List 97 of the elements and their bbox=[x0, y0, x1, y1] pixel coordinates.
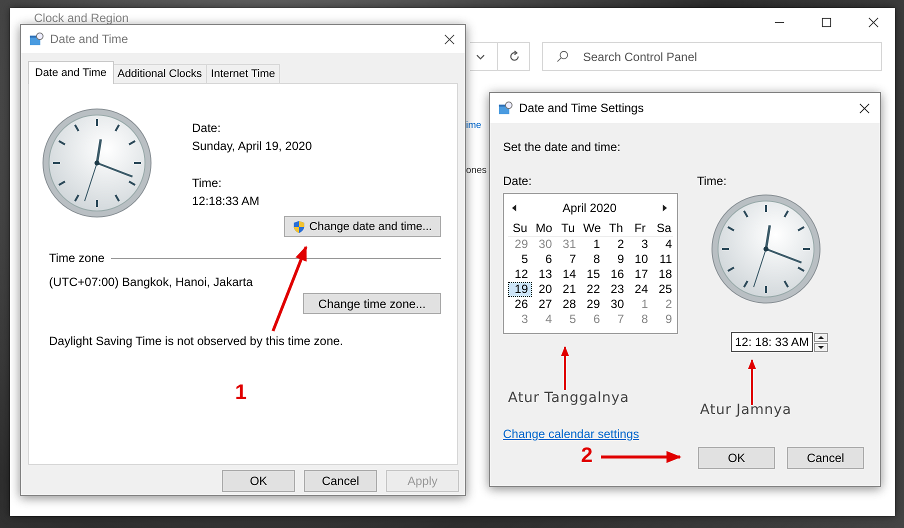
calendar-day[interactable]: 1 bbox=[580, 237, 604, 252]
timezone-value: (UTC+07:00) Bangkok, Hanoi, Jakarta bbox=[49, 275, 254, 289]
calendar-day[interactable]: 11 bbox=[652, 252, 676, 267]
calendar-day[interactable]: 27 bbox=[532, 297, 556, 312]
calendar-day[interactable]: 16 bbox=[604, 267, 628, 282]
time-label: Time: bbox=[192, 175, 223, 192]
calendar-day[interactable]: 7 bbox=[604, 312, 628, 327]
window-title: Clock and Region bbox=[34, 11, 129, 25]
time-value: 12:18:33 AM bbox=[192, 193, 260, 210]
tab[interactable]: Date and Time bbox=[28, 61, 114, 84]
weekday-header: We bbox=[582, 221, 602, 236]
time-field[interactable]: 12: 18: 33 AM bbox=[731, 332, 814, 352]
calendar-day[interactable]: 18 bbox=[652, 267, 676, 282]
search-icon bbox=[556, 50, 569, 63]
calendar-day[interactable]: 9 bbox=[604, 252, 628, 267]
dialog-button[interactable]: Cancel bbox=[787, 447, 864, 469]
calendar-day[interactable]: 7 bbox=[556, 252, 580, 267]
calendar-day[interactable]: 15 bbox=[580, 267, 604, 282]
calendar-day[interactable]: 4 bbox=[532, 312, 556, 327]
dialog-button[interactable]: Cancel bbox=[304, 470, 377, 492]
link-text: ime bbox=[466, 120, 482, 131]
calendar-day[interactable]: 28 bbox=[556, 297, 580, 312]
calendar-day[interactable]: 6 bbox=[580, 312, 604, 327]
close-icon[interactable] bbox=[444, 34, 455, 44]
date-value: Sunday, April 19, 2020 bbox=[192, 138, 313, 155]
calendar-clock-icon bbox=[29, 32, 44, 46]
calendar-day[interactable]: 5 bbox=[556, 312, 580, 327]
calendar-day[interactable]: 22 bbox=[580, 282, 604, 297]
next-month-icon[interactable] bbox=[662, 204, 667, 212]
calendar-day[interactable]: 14 bbox=[556, 267, 580, 282]
calendar-clock-icon bbox=[498, 100, 513, 116]
shield-icon bbox=[293, 220, 306, 234]
month-title[interactable]: April 2020 bbox=[562, 200, 617, 214]
close-icon[interactable] bbox=[868, 16, 879, 28]
close-icon[interactable] bbox=[859, 102, 870, 114]
calendar-day[interactable]: 8 bbox=[628, 312, 652, 327]
chevron-down-icon[interactable] bbox=[476, 54, 485, 60]
calendar-day[interactable]: 25 bbox=[652, 282, 676, 297]
change-date-time-button[interactable]: Change date and time... bbox=[284, 216, 441, 237]
calendar-day[interactable]: 3 bbox=[628, 237, 652, 252]
address-bar[interactable] bbox=[470, 42, 530, 71]
dialog-button[interactable]: OK bbox=[698, 447, 775, 469]
weekday-header: Fr bbox=[633, 221, 647, 236]
spin-down-icon[interactable] bbox=[814, 342, 828, 352]
calendar-day[interactable]: 29 bbox=[580, 297, 604, 312]
calendar-day[interactable]: 6 bbox=[532, 252, 556, 267]
calendar-day[interactable]: 31 bbox=[556, 237, 580, 252]
maximize-icon[interactable] bbox=[821, 16, 832, 28]
calendar-day[interactable]: 30 bbox=[532, 237, 556, 252]
change-calendar-settings-link[interactable]: Change calendar settings bbox=[503, 427, 640, 441]
weekday-header: Tu bbox=[560, 221, 576, 236]
calendar-day[interactable]: 2 bbox=[604, 237, 628, 252]
calendar-day[interactable]: 24 bbox=[628, 282, 652, 297]
dialog-button[interactable]: OK bbox=[222, 470, 295, 492]
calendar-day[interactable]: 20 bbox=[532, 282, 556, 297]
step-number: 2 bbox=[581, 444, 593, 468]
calendar-day[interactable]: 3 bbox=[508, 312, 532, 327]
label-text: ones bbox=[466, 165, 487, 176]
calendar-day[interactable]: 17 bbox=[628, 267, 652, 282]
tab[interactable]: Internet Time bbox=[206, 64, 280, 83]
calendar-day[interactable]: 10 bbox=[628, 252, 652, 267]
dialog-title: Date and Time bbox=[50, 32, 128, 46]
calendar-day[interactable]: 8 bbox=[580, 252, 604, 267]
change-timezone-button[interactable]: Change time zone... bbox=[303, 293, 441, 314]
dst-note: Daylight Saving Time is not observed by this time zone. bbox=[49, 334, 344, 348]
calendar-day[interactable]: 29 bbox=[508, 237, 532, 252]
weekday-header: Sa bbox=[656, 221, 672, 236]
weekday-header: Su bbox=[512, 221, 528, 236]
calendar-day[interactable]: 12 bbox=[508, 267, 532, 282]
refresh-icon[interactable] bbox=[508, 50, 521, 63]
date-label: Date: bbox=[192, 120, 222, 137]
weekday-header: Mo bbox=[534, 221, 554, 236]
section-heading: Time zone bbox=[49, 251, 105, 265]
arrow bbox=[561, 346, 569, 390]
calendar-day[interactable]: 5 bbox=[508, 252, 532, 267]
calendar-day[interactable]: 13 bbox=[532, 267, 556, 282]
calendar-day[interactable]: 9 bbox=[652, 312, 676, 327]
spin-up-icon[interactable] bbox=[814, 332, 828, 342]
calendar-day[interactable]: 30 bbox=[604, 297, 628, 312]
time-label: Time: bbox=[697, 174, 728, 188]
instruction-text: Set the date and time: bbox=[503, 139, 622, 155]
calendar-day[interactable]: 4 bbox=[652, 237, 676, 252]
annotation-text: Atur Jamnya bbox=[700, 402, 792, 418]
date-label: Date: bbox=[503, 174, 533, 188]
calendar-day[interactable]: 1 bbox=[628, 297, 652, 312]
calendar-day[interactable]: 23 bbox=[604, 282, 628, 297]
arrow bbox=[748, 359, 756, 405]
annotation-text: Atur Tanggalnya bbox=[508, 390, 630, 406]
search-field[interactable]: Search Control Panel bbox=[542, 42, 882, 71]
previous-month-icon[interactable] bbox=[512, 204, 517, 212]
calendar-day[interactable]: 21 bbox=[556, 282, 580, 297]
step-number: 1 bbox=[235, 381, 247, 405]
calendar-day[interactable]: 2 bbox=[652, 297, 676, 312]
weekday-header: Th bbox=[608, 221, 624, 236]
dialog-title: Date and Time Settings bbox=[519, 101, 644, 115]
calendar-day[interactable]: 19 bbox=[508, 282, 532, 297]
calendar-day[interactable]: 26 bbox=[508, 297, 532, 312]
